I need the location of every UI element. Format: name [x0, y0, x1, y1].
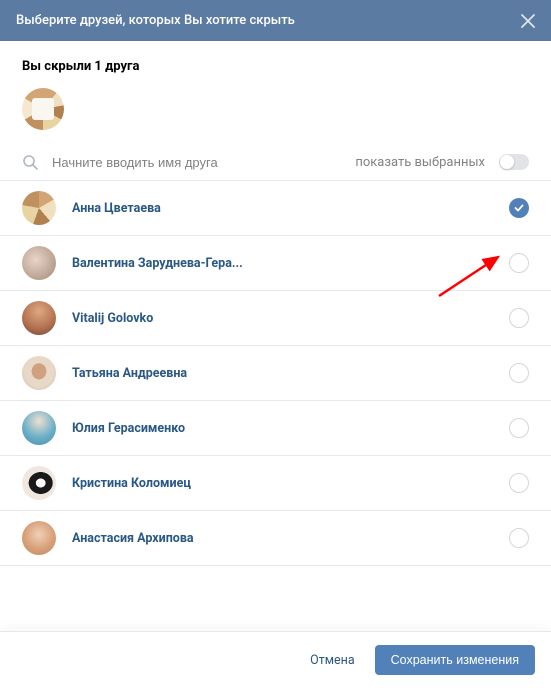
- show-selected-toggle[interactable]: [499, 154, 529, 170]
- friend-name: Татьяна Андреевна: [72, 366, 493, 381]
- avatar: [22, 356, 56, 390]
- friend-row[interactable]: Vitalij Golovko: [0, 291, 551, 346]
- search-row: показать выбранных: [0, 144, 551, 181]
- save-button[interactable]: Сохранить изменения: [375, 645, 535, 675]
- modal-header: Выберите друзей, которых Вы хотите скрыт…: [0, 0, 551, 41]
- friend-row[interactable]: Татьяна Андреевна: [0, 346, 551, 401]
- friend-row[interactable]: Юлия Герасименко: [0, 401, 551, 456]
- hidden-friend-avatar[interactable]: [22, 88, 64, 130]
- check-icon: [513, 202, 525, 214]
- friend-name: Кристина Коломиец: [72, 476, 493, 491]
- friend-name: Юлия Герасименко: [72, 421, 493, 436]
- friend-row[interactable]: Анна Цветаева: [0, 181, 551, 236]
- avatar: [22, 191, 56, 225]
- hidden-friends-section: Вы скрыли 1 друга: [0, 41, 551, 144]
- friend-name: Валентина Заруднева-Гера...: [72, 256, 493, 271]
- avatar: [22, 246, 56, 280]
- select-checkbox[interactable]: [509, 528, 529, 548]
- close-button[interactable]: [521, 14, 535, 28]
- friend-row[interactable]: Валентина Заруднева-Гера...: [0, 236, 551, 291]
- avatar: [22, 411, 56, 445]
- friend-row[interactable]: Кристина Коломиец: [0, 456, 551, 511]
- avatar: [22, 466, 56, 500]
- hidden-count-label: Вы скрыли 1 друга: [22, 59, 529, 74]
- cancel-button[interactable]: Отмена: [310, 653, 355, 668]
- friend-name: Анастасия Архипова: [72, 531, 493, 546]
- friend-name: Vitalij Golovko: [72, 311, 493, 326]
- friend-name: Анна Цветаева: [72, 201, 493, 216]
- select-checkbox[interactable]: [509, 198, 529, 218]
- select-checkbox[interactable]: [509, 308, 529, 328]
- avatar: [22, 521, 56, 555]
- search-input[interactable]: [52, 155, 341, 170]
- modal-title: Выберите друзей, которых Вы хотите скрыт…: [16, 13, 295, 28]
- select-checkbox[interactable]: [509, 418, 529, 438]
- avatar: [22, 301, 56, 335]
- select-checkbox[interactable]: [509, 253, 529, 273]
- show-selected-label: показать выбранных: [355, 155, 485, 170]
- friend-row[interactable]: Анастасия Архипова: [0, 511, 551, 566]
- select-checkbox[interactable]: [509, 363, 529, 383]
- search-icon: [22, 154, 38, 170]
- close-icon: [521, 14, 535, 28]
- friend-list: Анна Цветаева Валентина Заруднева-Гера..…: [0, 181, 551, 566]
- modal-footer: Отмена Сохранить изменения: [0, 631, 551, 688]
- select-checkbox[interactable]: [509, 473, 529, 493]
